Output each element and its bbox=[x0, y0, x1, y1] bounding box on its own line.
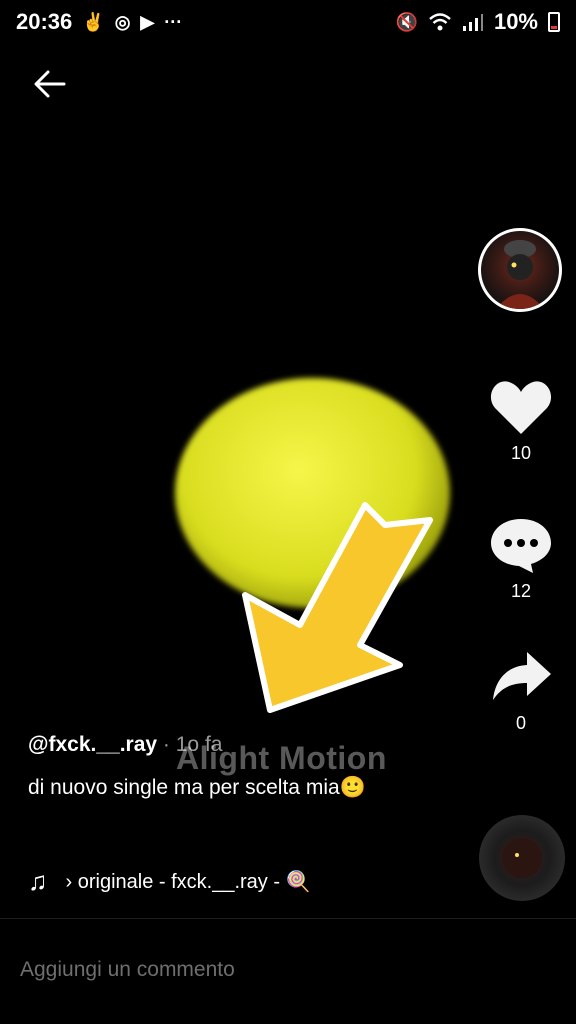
post-caption: @fxck.__.ray · 1o fa di nuovo single ma … bbox=[28, 733, 448, 805]
username-link[interactable]: @fxck.__.ray bbox=[28, 733, 157, 756]
music-disc[interactable] bbox=[479, 815, 565, 901]
battery-percent: 10% bbox=[493, 9, 538, 34]
comment-count: 12 bbox=[510, 581, 532, 601]
more-dots-icon: ··· bbox=[164, 12, 183, 32]
status-bar: 20:36 ✌ ◎ ▶ ··· 🔇 10% bbox=[0, 0, 576, 44]
post-time: 1o fa bbox=[175, 733, 223, 756]
music-info[interactable]: ♫ › originale - fxck.__.ray - 🍭 bbox=[28, 866, 310, 897]
signal-app-icon: ◎ bbox=[114, 12, 131, 32]
music-title: › originale - fxck.__.ray - 🍭 bbox=[65, 871, 311, 893]
avatar-image bbox=[496, 240, 544, 309]
disc-artwork bbox=[502, 838, 542, 878]
like-count: 10 bbox=[510, 443, 532, 463]
comment-bubble-icon bbox=[491, 519, 551, 573]
creator-avatar[interactable] bbox=[478, 228, 562, 312]
share-count: 0 bbox=[515, 713, 526, 733]
post-separator: · bbox=[157, 733, 176, 756]
share-arrow-icon bbox=[493, 652, 551, 700]
comment-action[interactable]: 12 bbox=[476, 516, 566, 602]
wifi-icon bbox=[429, 13, 451, 31]
divider bbox=[0, 918, 576, 919]
battery-icon bbox=[548, 12, 560, 32]
mute-icon: 🔇 bbox=[395, 12, 418, 32]
post-description: di nuovo single ma per scelta mia🙂 bbox=[28, 776, 366, 799]
like-action[interactable]: 10 bbox=[476, 378, 566, 464]
share-action[interactable]: 0 bbox=[476, 648, 566, 734]
youtube-icon: ▶ bbox=[140, 12, 155, 32]
comment-input[interactable] bbox=[0, 940, 576, 1000]
hand-icon: ✌ bbox=[82, 12, 105, 32]
cell-signal-icon bbox=[462, 14, 483, 31]
heart-icon bbox=[490, 381, 552, 434]
music-note-icon: ♫ bbox=[28, 866, 48, 896]
yellow-arrow-graphic bbox=[242, 502, 433, 713]
status-time: 20:36 bbox=[16, 9, 73, 34]
